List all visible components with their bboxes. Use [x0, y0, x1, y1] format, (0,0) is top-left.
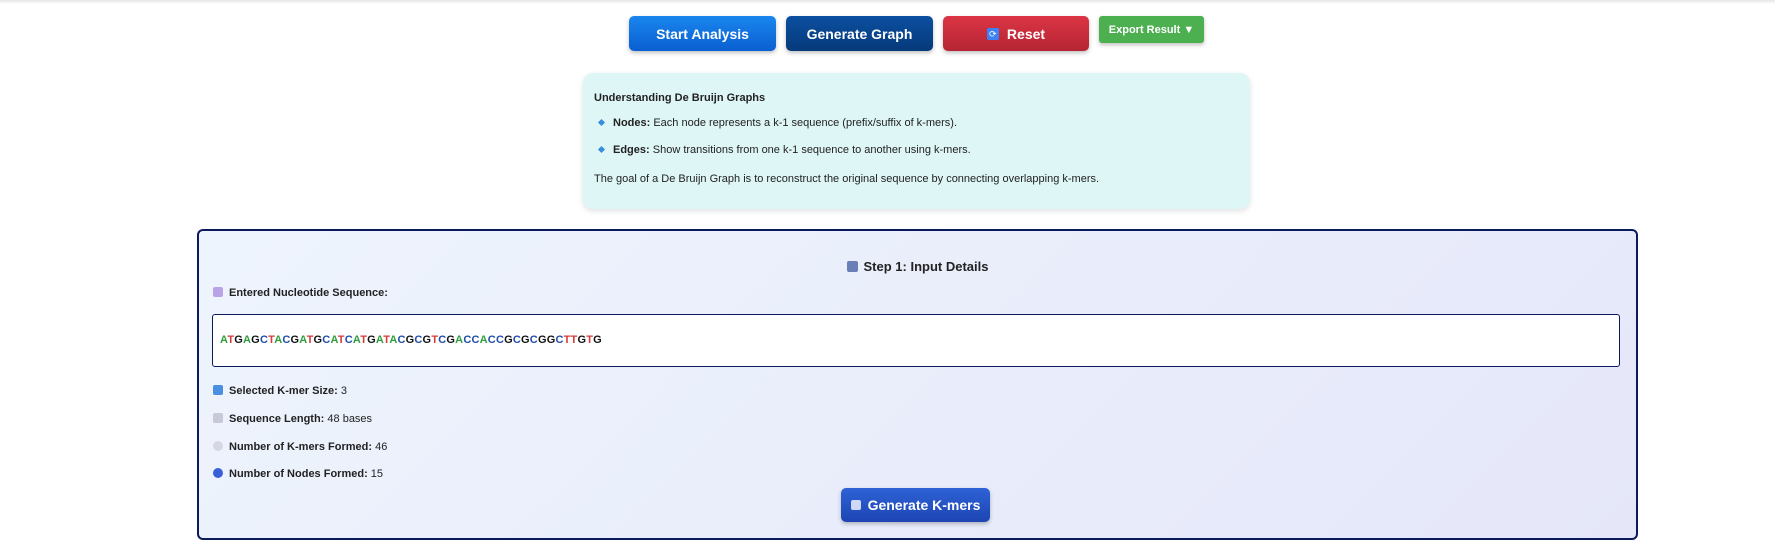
- start-analysis-label: Start Analysis: [656, 25, 749, 42]
- start-analysis-button[interactable]: Start Analysis: [629, 16, 776, 51]
- diamond-bullet-icon: [597, 118, 606, 127]
- nucleotide-C: C: [555, 334, 564, 346]
- export-result-button[interactable]: Export Result ▼: [1099, 16, 1204, 43]
- nucleotide-G: G: [577, 334, 587, 346]
- nucleotide-A: A: [330, 334, 338, 346]
- nucleotide-A: A: [243, 334, 252, 346]
- nucleotide-T: T: [306, 334, 314, 346]
- nucleotide-G: G: [251, 334, 260, 346]
- sequence-label: Entered Nucleotide Sequence:: [229, 287, 388, 299]
- nucleotide-G: G: [422, 334, 432, 346]
- info-edges-row: Edges: Show transitions from one k-1 seq…: [594, 144, 971, 156]
- nucleotide-G: G: [234, 334, 244, 346]
- input-details-panel: Step 1: Input Details Entered Nucleotide…: [197, 229, 1638, 540]
- nucleotide-C: C: [397, 334, 406, 346]
- nucleotide-G: G: [593, 334, 602, 346]
- info-goal: The goal of a De Bruijn Graph is to reco…: [594, 173, 1100, 185]
- kmer-size-value: 3: [340, 385, 348, 397]
- edges-term: Edges:: [613, 144, 650, 156]
- ruler-icon: [213, 413, 223, 423]
- diamond-bullet-icon: [597, 145, 606, 154]
- nucleotide-G: G: [313, 334, 323, 346]
- sequence-length-value: 48 bases: [327, 413, 373, 425]
- edges-text: Show transitions from one k-1 sequence t…: [652, 144, 971, 156]
- nodes-formed-value: 15: [370, 468, 384, 480]
- step1-title: Step 1: Input Details: [863, 259, 989, 274]
- inbox-icon: [846, 261, 858, 272]
- nucleotide-C: C: [471, 334, 480, 346]
- nucleotide-A: A: [299, 334, 307, 346]
- kmer-size-row: Selected K-mer Size: 3: [213, 385, 347, 397]
- sequence-length-label: Sequence Length:: [229, 413, 325, 425]
- sequence-display: ATGAGCTACGATGCATCATGATACGCGTCGACCACCGCGC…: [212, 314, 1620, 367]
- kmers-formed-row: Number of K-mers Formed: 46: [213, 441, 387, 453]
- nucleotide-C: C: [259, 334, 269, 346]
- step1-title-row: Step 1: Input Details: [199, 259, 1636, 274]
- nucleotide-G: G: [504, 334, 513, 346]
- nucleotide-C: C: [282, 334, 291, 346]
- nucleotide-G: G: [290, 334, 300, 346]
- dna-icon: [213, 287, 223, 297]
- nucleotide-C: C: [487, 334, 496, 346]
- info-nodes-row: Nodes: Each node represents a k-1 sequen…: [594, 117, 957, 129]
- nodes-formed-row: Number of Nodes Formed: 15: [213, 468, 383, 480]
- generate-graph-button[interactable]: Generate Graph: [786, 16, 933, 51]
- kmers-formed-value: 46: [375, 441, 388, 453]
- sequence-label-row: Entered Nucleotide Sequence:: [213, 287, 388, 299]
- nucleotide-G: G: [367, 334, 376, 346]
- nucleotide-C: C: [529, 334, 538, 346]
- node-icon: [213, 468, 223, 478]
- sequence-text: ATGAGCTACGATGCATCATGATACGCGTCGACCACCGCGC…: [220, 334, 602, 346]
- top-shadow: [0, 0, 1775, 4]
- reset-label: Reset: [1006, 25, 1046, 42]
- nucleotide-C: C: [344, 334, 353, 346]
- grid-icon: [213, 385, 223, 395]
- generate-kmers-label: Generate K-mers: [867, 497, 981, 513]
- nucleotide-C: C: [512, 334, 522, 346]
- nucleotide-G: G: [446, 334, 456, 346]
- export-result-label: Export Result ▼: [1108, 23, 1195, 36]
- sequence-length-row: Sequence Length: 48 bases: [213, 413, 372, 425]
- nucleotide-G: G: [521, 334, 530, 346]
- generate-kmers-button[interactable]: Generate K-mers: [841, 488, 990, 522]
- nodes-term: Nodes:: [613, 117, 651, 129]
- nucleotide-T: T: [337, 334, 345, 346]
- nucleotide-C: C: [414, 334, 423, 346]
- nodes-text: Each node represents a k-1 sequence (pre…: [653, 117, 958, 129]
- tools-icon: [850, 500, 861, 510]
- info-box: Understanding De Bruijn Graphs Nodes: Ea…: [583, 73, 1250, 209]
- kmers-formed-label: Number of K-mers Formed:: [229, 441, 373, 453]
- link-icon: [213, 441, 223, 451]
- nucleotide-G: G: [537, 334, 547, 346]
- kmer-size-label: Selected K-mer Size:: [229, 385, 338, 397]
- generate-graph-label: Generate Graph: [806, 25, 913, 42]
- nucleotide-A: A: [479, 334, 488, 346]
- reset-button[interactable]: ⟳ Reset: [943, 16, 1089, 51]
- nucleotide-C: C: [495, 334, 505, 346]
- nodes-formed-label: Number of Nodes Formed:: [229, 468, 368, 480]
- refresh-icon: ⟳: [986, 27, 999, 40]
- nucleotide-T: T: [563, 334, 571, 346]
- info-title: Understanding De Bruijn Graphs: [594, 92, 766, 104]
